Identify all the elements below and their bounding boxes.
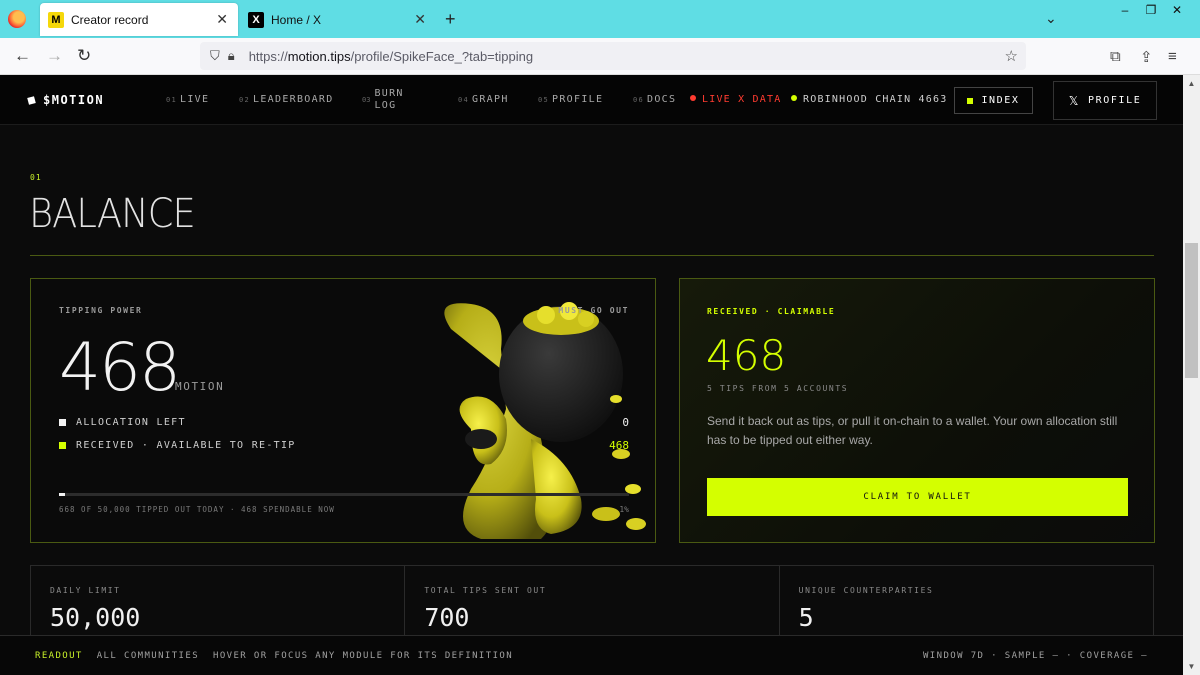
stat-label: TOTAL TIPS SENT OUT [424, 586, 547, 595]
tipping-power-card[interactable]: TIPPING POWER MUST GO OUT 468 MOTION ALL… [30, 278, 656, 543]
tab-title: Home / X [271, 12, 322, 27]
lock-icon[interactable]: 🔒︎ [228, 48, 235, 64]
browser-navbar: ← → ↻ ⛉ 🔒︎ https://motion.tips/profile/S… [0, 38, 1200, 75]
chevron-down-icon[interactable]: ⌄ [1045, 10, 1057, 27]
brand-logo[interactable]: $MOTION [27, 93, 104, 107]
close-tab-icon[interactable]: ✕ [414, 11, 426, 28]
tab-creator-record[interactable]: M Creator record ✕ [40, 3, 238, 36]
shield-icon[interactable]: ⛉ [210, 48, 220, 64]
window-close-icon[interactable]: ✕ [1164, 0, 1190, 20]
page-viewport: $MOTION 01 LIVE 02 LEADERBOARD 03 BURN LOG … [0, 75, 1183, 675]
back-icon[interactable]: ← [14, 46, 31, 66]
nav-graph[interactable]: 04 GRAPH [458, 94, 509, 105]
readout-hint: HOVER OR FOCUS ANY MODULE FOR ITS DEFINI… [213, 650, 514, 661]
extensions-icon[interactable]: ⧉ [1110, 48, 1121, 65]
live-dot-icon [690, 95, 696, 101]
chain-dot-icon [791, 95, 797, 101]
x-logo-icon: 𝕏 [1068, 93, 1080, 108]
tipped-out-progress-bar [59, 493, 629, 496]
received-available-value: 468 [609, 439, 629, 452]
stat-total-tips[interactable]: TOTAL TIPS SENT OUT 700 [405, 566, 780, 644]
readout-window: WINDOW 7D · SAMPLE — · COVERAGE — [922, 650, 1148, 661]
site-header: $MOTION 01 LIVE 02 LEADERBOARD 03 BURN LOG … [0, 75, 1183, 125]
tipping-power-unit: MOTION [175, 380, 225, 393]
close-tab-icon[interactable]: ✕ [216, 11, 228, 28]
allocation-left-label: ALLOCATION LEFT [76, 417, 186, 428]
readout-tag: READOUT [35, 650, 83, 661]
tab-title: Creator record [71, 12, 149, 27]
tips-from-accounts: 5 TIPS FROM 5 ACCOUNTS [707, 384, 849, 393]
live-x-data-indicator: LIVE X DATA [690, 94, 781, 105]
progress-fill [59, 493, 65, 496]
readout-scope[interactable]: ALL COMMUNITIES [97, 651, 199, 661]
index-square-icon [967, 97, 974, 104]
received-value: 468 [706, 331, 787, 380]
index-button[interactable]: INDEX [954, 87, 1033, 114]
stat-label: UNIQUE COUNTERPARTIES [798, 586, 934, 595]
menu-icon[interactable]: ≡ [1168, 48, 1177, 65]
money-bag-mascot-image [444, 302, 646, 539]
x-favicon-icon: X [248, 11, 264, 28]
nav-burn-log[interactable]: 03 BURN LOG [362, 88, 404, 112]
received-claimable-card[interactable]: RECEIVED · CLAIMABLE 468 5 TIPS FROM 5 A… [679, 278, 1155, 543]
tipping-power-label: TIPPING POWER [59, 306, 143, 315]
received-available-row: RECEIVED · AVAILABLE TO RE-TIP [59, 440, 296, 451]
section-number: 01 [30, 173, 42, 182]
stat-daily-limit[interactable]: DAILY LIMIT 50,000 [31, 566, 406, 644]
scroll-up-icon[interactable]: ▲ [1183, 75, 1200, 92]
received-description: Send it back out as tips, or pull it on-… [707, 414, 1118, 447]
section-divider [30, 255, 1154, 256]
progress-percent: 1% [619, 505, 629, 514]
scroll-down-icon[interactable]: ▼ [1183, 658, 1200, 675]
stats-row: DAILY LIMIT 50,000 TOTAL TIPS SENT OUT 7… [30, 565, 1154, 645]
reload-icon[interactable]: ↻ [77, 46, 91, 66]
firefox-icon[interactable] [8, 10, 26, 28]
address-bar[interactable]: ⛉ 🔒︎ https://motion.tips/profile/SpikeFa… [200, 42, 1026, 70]
must-go-out-tag: MUST GO OUT [558, 306, 629, 315]
bookmark-star-icon[interactable]: ☆ [1005, 47, 1018, 65]
motion-favicon-icon: M [48, 11, 64, 28]
tab-home-x[interactable]: X Home / X ✕ [240, 3, 436, 36]
stat-label: DAILY LIMIT [50, 586, 121, 595]
readout-bar: READOUT ALL COMMUNITIES HOVER OR FOCUS A… [0, 635, 1183, 675]
stat-unique-counterparties[interactable]: UNIQUE COUNTERPARTIES 5 [780, 566, 1153, 644]
restore-icon[interactable]: ❐ [1138, 0, 1164, 20]
share-icon[interactable]: ⇪ [1140, 48, 1153, 66]
allocation-left-row: ALLOCATION LEFT [59, 417, 629, 428]
x-profile-button[interactable]: 𝕏 PROFILE [1053, 81, 1157, 120]
claim-to-wallet-button[interactable]: CLAIM TO WALLET [707, 478, 1128, 516]
allocation-left-value: 0 [622, 416, 629, 429]
forward-icon[interactable]: → [46, 46, 63, 66]
nav-profile[interactable]: 05 PROFILE [538, 94, 603, 105]
nav-live[interactable]: 01 LIVE [166, 94, 209, 105]
url-text[interactable]: https://motion.tips/profile/SpikeFace_?t… [249, 49, 533, 64]
brand-mark-icon [27, 96, 36, 105]
progress-caption: 668 OF 50,000 TIPPED OUT TODAY · 468 SPE… [59, 505, 335, 514]
scrollbar-thumb[interactable] [1185, 243, 1198, 378]
new-tab-icon[interactable]: + [445, 9, 456, 30]
stat-value: 50,000 [50, 603, 141, 632]
minimize-icon[interactable]: – [1112, 0, 1138, 20]
white-swatch-icon [59, 419, 66, 426]
stat-value: 700 [424, 603, 470, 632]
section-title: BALANCE [29, 191, 196, 237]
page-scrollbar[interactable]: ▲ ▼ [1183, 75, 1200, 675]
browser-tabbar: M Creator record ✕ X Home / X ✕ + ⌄ – ❐ … [0, 0, 1200, 38]
received-available-label: RECEIVED · AVAILABLE TO RE-TIP [76, 440, 296, 451]
nav-docs[interactable]: 06 DOCS [633, 94, 676, 105]
stat-value: 5 [798, 603, 814, 632]
tipping-power-value: 468 [59, 329, 181, 406]
chain-indicator: ROBINHOOD CHAIN 4663 [791, 94, 947, 105]
nav-leaderboard[interactable]: 02 LEADERBOARD [239, 94, 334, 105]
received-claimable-label: RECEIVED · CLAIMABLE [707, 307, 836, 316]
lime-swatch-icon [59, 442, 66, 449]
